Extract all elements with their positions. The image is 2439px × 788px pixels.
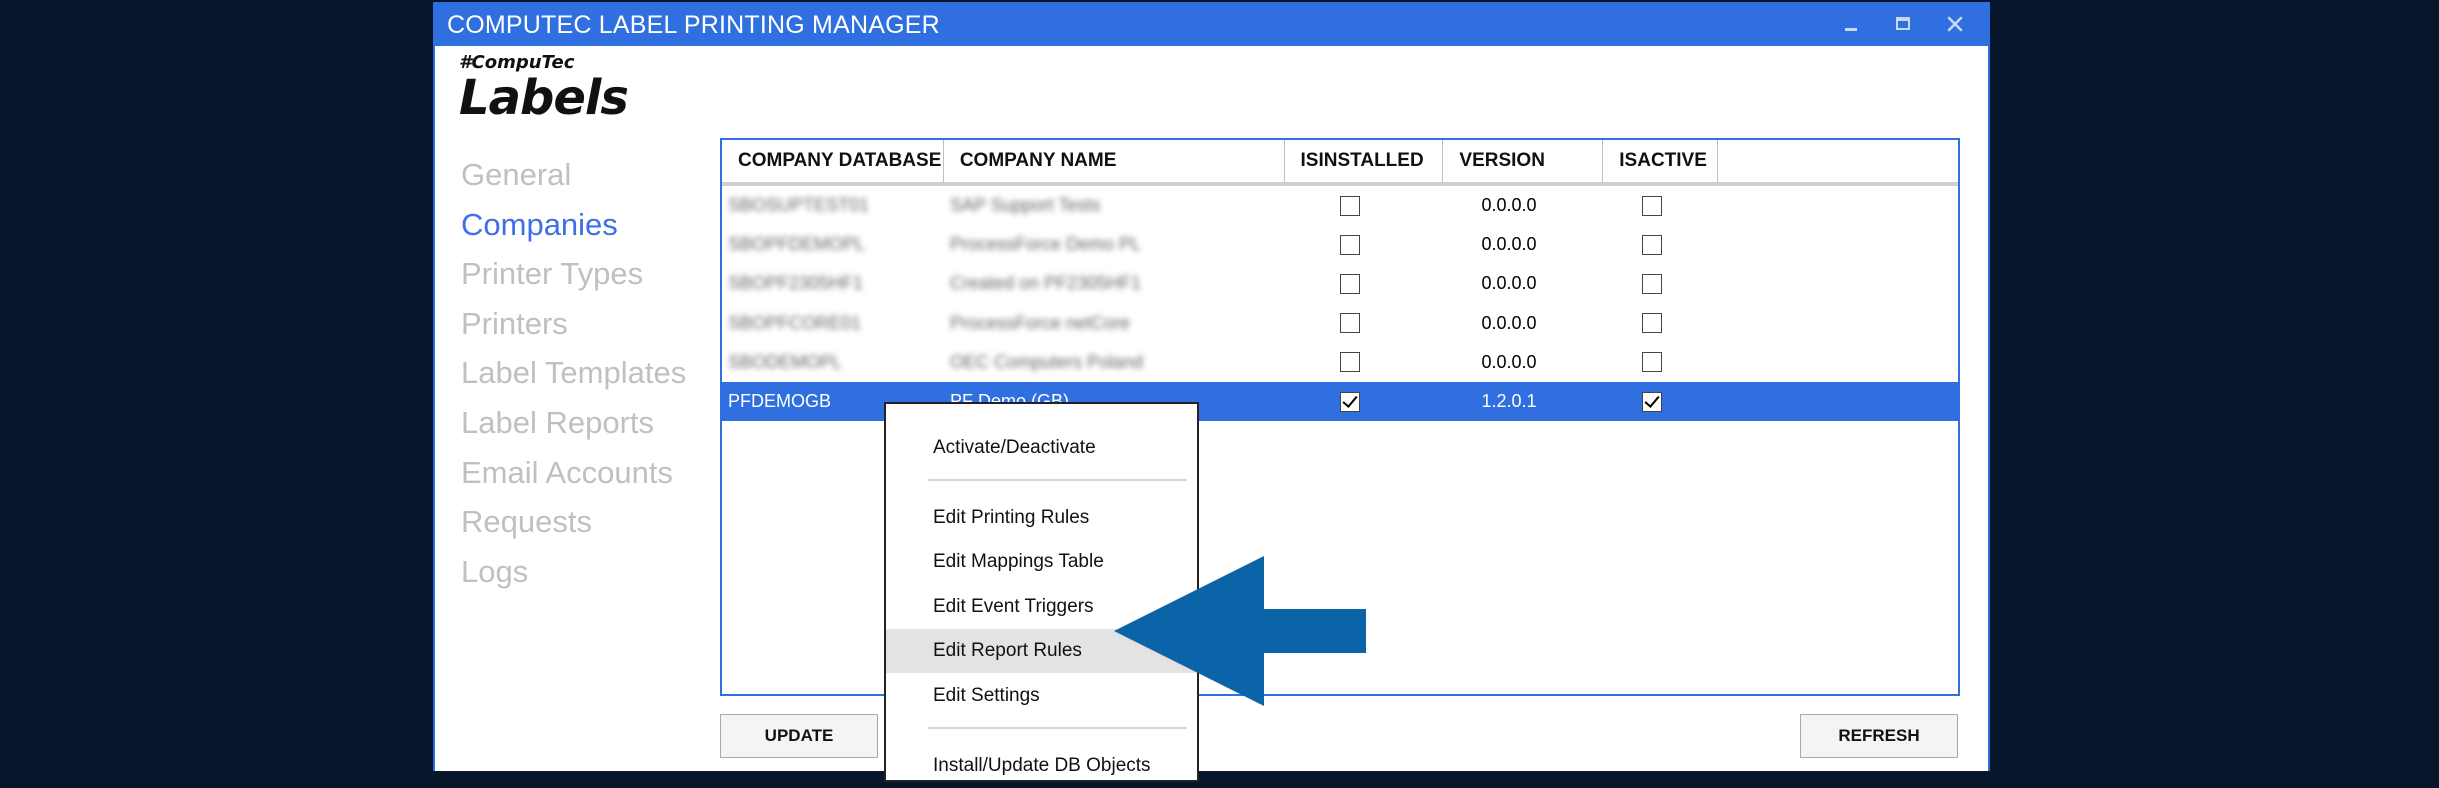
column-header-company-name[interactable]: COMPANY NAME (944, 140, 1285, 182)
nav-item-companies[interactable]: Companies (461, 200, 686, 250)
brand-name: Labels (459, 70, 629, 126)
cell-company-name: ProcessForce Demo PL (950, 234, 1142, 255)
cell-company-database: SBOPF2305HF1 (728, 273, 864, 294)
isinstalled-checkbox[interactable] (1339, 195, 1360, 216)
title-bar[interactable]: COMPUTEC LABEL PRINTING MANAGER (435, 2, 1988, 46)
menu-item-activate-deactivate[interactable]: Activate/Deactivate (886, 426, 1197, 470)
refresh-button[interactable]: REFRESH (1800, 714, 1958, 758)
menu-separator (928, 727, 1187, 729)
table-row[interactable]: SBOPFCORE01 ProcessForce netCore 0.0.0.0 (722, 304, 1958, 343)
isactive-checkbox[interactable] (1642, 352, 1662, 373)
sidebar-nav: General Companies Printer Types Printers… (461, 150, 686, 596)
cell-company-name: OEC Computers Poland (950, 351, 1144, 372)
column-header-company-database[interactable]: COMPANY DATABASE (722, 140, 944, 182)
cell-company-database: SBOPFCORE01 (728, 312, 862, 333)
nav-item-printer-types[interactable]: Printer Types (461, 249, 686, 299)
column-header-isinstalled[interactable]: ISINSTALLED (1285, 140, 1444, 182)
cell-isinstalled (1285, 313, 1414, 334)
menu-separator (928, 479, 1187, 481)
cell-company-name: SAP Support Tests (950, 195, 1101, 216)
nav-item-email-accounts[interactable]: Email Accounts (461, 448, 686, 498)
nav-item-label-templates[interactable]: Label Templates (461, 348, 686, 398)
cell-version: 0.0.0.0 (1481, 273, 1537, 294)
cell-company-name: Created on PF2305HF1 (950, 273, 1142, 294)
menu-item-install-update-db-objects[interactable]: Install/Update DB Objects (886, 744, 1197, 788)
cell-version: 1.2.0.1 (1481, 391, 1537, 412)
nav-item-general[interactable]: General (461, 150, 686, 200)
isactive-checkbox[interactable] (1642, 273, 1662, 294)
cell-isactive (1604, 352, 1700, 373)
isinstalled-checkbox[interactable] (1339, 273, 1360, 294)
table-row[interactable]: SBOSUPTEST01 SAP Support Tests 0.0.0.0 (722, 186, 1958, 225)
isactive-checkbox[interactable] (1642, 313, 1662, 334)
isactive-checkbox[interactable] (1642, 234, 1662, 255)
cell-version: 0.0.0.0 (1481, 195, 1537, 216)
cell-company-name: ProcessForce netCore (950, 312, 1131, 333)
nav-item-printers[interactable]: Printers (461, 299, 686, 349)
window-controls (1836, 8, 1970, 40)
cell-isactive (1604, 234, 1700, 255)
grid-body: SBOSUPTEST01 SAP Support Tests 0.0.0.0 S… (722, 186, 1958, 422)
cell-isinstalled (1285, 391, 1414, 412)
cell-isinstalled (1285, 234, 1414, 255)
nav-item-requests[interactable]: Requests (461, 497, 686, 547)
cell-isinstalled (1285, 273, 1414, 294)
cell-company-database: SBOPFDEMOPL (728, 234, 866, 255)
cell-isactive (1604, 313, 1700, 334)
nav-item-logs[interactable]: Logs (461, 547, 686, 597)
update-button[interactable]: UPDATE (720, 714, 878, 758)
grid-header: COMPANY DATABASE COMPANY NAME ISINSTALLE… (722, 140, 1958, 186)
cell-version: 0.0.0.0 (1481, 234, 1537, 255)
isinstalled-checkbox[interactable] (1339, 352, 1360, 373)
cell-company-database: SBOSUPTEST01 (728, 195, 870, 216)
window-title: COMPUTEC LABEL PRINTING MANAGER (447, 11, 940, 39)
isinstalled-checkbox[interactable] (1339, 313, 1360, 334)
cell-isactive (1604, 391, 1700, 412)
close-icon[interactable] (1940, 9, 1970, 39)
cell-version: 0.0.0.0 (1481, 351, 1537, 372)
column-header-filler (1718, 140, 1958, 182)
nav-item-label-reports[interactable]: Label Reports (461, 398, 686, 448)
isactive-checkbox[interactable] (1642, 195, 1662, 216)
cell-isactive (1604, 273, 1700, 294)
cell-isactive (1604, 195, 1700, 216)
cell-isinstalled (1285, 352, 1414, 373)
table-row[interactable]: SBOPF2305HF1 Created on PF2305HF1 0.0.0.… (722, 264, 1958, 303)
column-header-isactive[interactable]: ISACTIVE (1603, 140, 1719, 182)
minimize-icon[interactable] (1836, 9, 1866, 39)
isactive-checkbox[interactable] (1642, 391, 1662, 412)
table-row[interactable]: SBODEMOPL OEC Computers Poland 0.0.0.0 (722, 343, 1958, 382)
cell-version: 0.0.0.0 (1481, 312, 1537, 333)
menu-item-edit-printing-rules[interactable]: Edit Printing Rules (886, 496, 1197, 540)
table-row[interactable]: SBOPFDEMOPL ProcessForce Demo PL 0.0.0.0 (722, 225, 1958, 264)
pointer-arrow-icon (1114, 556, 1366, 706)
maximize-icon[interactable] (1888, 9, 1918, 39)
column-header-version[interactable]: VERSION (1443, 140, 1604, 182)
brand-logo: #CompuTec Labels (459, 54, 629, 126)
isinstalled-checkbox[interactable] (1339, 391, 1360, 412)
isinstalled-checkbox[interactable] (1339, 234, 1360, 255)
cell-company-database: SBODEMOPL (728, 351, 843, 372)
cell-isinstalled (1285, 195, 1414, 216)
